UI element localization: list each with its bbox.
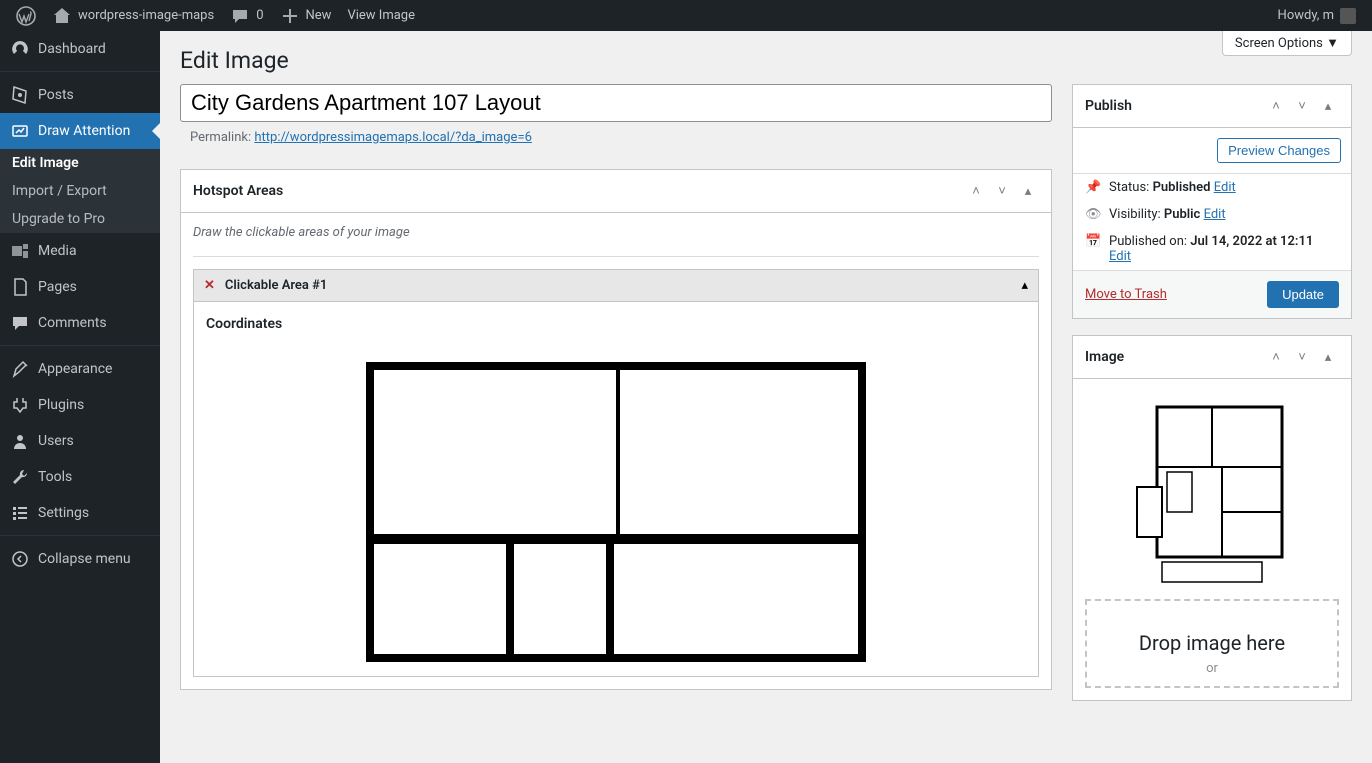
published-row: 📅 Published on: Jul 14, 2022 at 12:11 Ed…: [1073, 228, 1351, 270]
area-collapse-icon[interactable]: ▴: [1021, 278, 1028, 293]
visibility-row: 👁 Visibility: Public Edit: [1073, 201, 1351, 228]
drop-zone[interactable]: Drop image here or: [1085, 599, 1339, 688]
pin-icon: 📌: [1085, 180, 1101, 195]
title-input[interactable]: [180, 84, 1052, 122]
sidebar-sub-upgrade[interactable]: Upgrade to Pro: [0, 205, 160, 233]
screen-options-toggle[interactable]: Screen Options ▼: [1222, 31, 1352, 56]
sidebar-sub-edit-image[interactable]: Edit Image: [0, 149, 160, 177]
hotspot-areas-box: Hotspot Areas ˄ ˅ ▴ Draw the clickable a…: [180, 169, 1052, 690]
permalink-url[interactable]: http://wordpressimagemaps.local/?da_imag…: [254, 130, 532, 145]
avatar: [1340, 8, 1356, 24]
move-up-icon[interactable]: ˄: [965, 180, 987, 202]
sidebar-item-comments[interactable]: Comments: [0, 305, 160, 341]
sidebar-item-plugins[interactable]: Plugins: [0, 387, 160, 423]
preview-changes-button[interactable]: Preview Changes: [1217, 138, 1341, 163]
toggle-icon[interactable]: ▴: [1317, 346, 1339, 368]
move-down-icon[interactable]: ˅: [1291, 95, 1313, 117]
hotspot-header: Hotspot Areas ˄ ˅ ▴: [181, 170, 1051, 213]
sidebar-item-settings[interactable]: Settings: [0, 495, 160, 531]
move-down-icon[interactable]: ˅: [1291, 346, 1313, 368]
new-label: New: [306, 8, 332, 23]
new-content[interactable]: New: [272, 0, 340, 31]
delete-area-icon[interactable]: ✕: [204, 278, 215, 293]
move-up-icon[interactable]: ˄: [1265, 95, 1287, 117]
edit-visibility-link[interactable]: Edit: [1204, 207, 1226, 222]
sidebar-item-dashboard[interactable]: Dashboard: [0, 31, 160, 67]
collapse-menu[interactable]: Collapse menu: [0, 541, 160, 577]
update-button[interactable]: Update: [1267, 281, 1339, 308]
clickable-area-header[interactable]: ✕ Clickable Area #1 ▴: [193, 269, 1039, 302]
status-row: 📌 Status: Published Edit: [1073, 174, 1351, 201]
sidebar-sub-import-export[interactable]: Import / Export: [0, 177, 160, 205]
wp-logo[interactable]: [8, 0, 44, 31]
sidebar-item-media[interactable]: Media: [0, 233, 160, 269]
publish-box: Publish ˄ ˅ ▴ Preview Changes 📌 Stat: [1072, 84, 1352, 319]
comment-count: 0: [256, 8, 263, 23]
site-name: wordpress-image-maps: [78, 8, 214, 23]
toggle-icon[interactable]: ▴: [1017, 180, 1039, 202]
sidebar-item-appearance[interactable]: Appearance: [0, 351, 160, 387]
view-image-link[interactable]: View Image: [339, 0, 423, 31]
sidebar-item-draw-attention[interactable]: Draw Attention: [0, 113, 160, 149]
calendar-icon: 📅: [1085, 234, 1101, 249]
sidebar-item-posts[interactable]: Posts: [0, 77, 160, 113]
admin-sidebar: Dashboard Posts Draw Attention Edit Imag…: [0, 31, 160, 763]
edit-date-link[interactable]: Edit: [1109, 249, 1131, 264]
hotspot-instruction: Draw the clickable areas of your image: [193, 225, 1039, 240]
area-title: Clickable Area #1: [225, 278, 327, 293]
edit-status-link[interactable]: Edit: [1214, 180, 1236, 195]
move-down-icon[interactable]: ˅: [991, 180, 1013, 202]
toggle-icon[interactable]: ▴: [1317, 95, 1339, 117]
move-up-icon[interactable]: ˄: [1265, 346, 1287, 368]
area-body: Coordinates: [193, 302, 1039, 677]
floorplan-image[interactable]: [366, 362, 866, 662]
coords-label: Coordinates: [206, 316, 1026, 332]
permalink-row: Permalink: http://wordpressimagemaps.loc…: [180, 122, 1052, 153]
sidebar-item-pages[interactable]: Pages: [0, 269, 160, 305]
howdy-user[interactable]: Howdy, m: [1270, 0, 1364, 31]
adminbar: wordpress-image-maps 0 New View Image Ho…: [0, 0, 1372, 31]
image-box: Image ˄ ˅ ▴: [1072, 335, 1352, 701]
sidebar-item-tools[interactable]: Tools: [0, 459, 160, 495]
caret-down-icon: ▼: [1326, 36, 1339, 51]
image-thumbnail[interactable]: [1132, 397, 1292, 587]
sidebar-item-users[interactable]: Users: [0, 423, 160, 459]
site-home[interactable]: wordpress-image-maps: [44, 0, 222, 31]
page-title: Edit Image: [180, 31, 1352, 84]
main-content: Screen Options ▼ Edit Image Permalink: h…: [160, 31, 1372, 763]
move-to-trash-link[interactable]: Move to Trash: [1085, 287, 1167, 302]
eye-icon: 👁: [1085, 207, 1101, 222]
comments-link[interactable]: 0: [222, 0, 271, 31]
